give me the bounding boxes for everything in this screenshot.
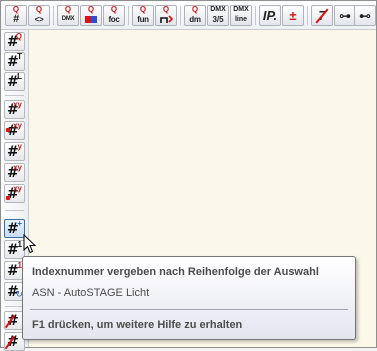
position-icon bbox=[160, 15, 173, 23]
dmx-label: DMX bbox=[210, 6, 226, 13]
index-t-button[interactable]: # T bbox=[4, 52, 25, 71]
function-label: fun bbox=[137, 15, 149, 24]
truss-button-b[interactable]: ⊷ bbox=[354, 5, 376, 26]
q-label: Q bbox=[35, 5, 43, 14]
dmx-q-button[interactable]: Q DMX bbox=[57, 5, 79, 26]
truss-button-a[interactable]: ⊶ bbox=[334, 5, 356, 26]
tooltip: Indexnummer vergeben nach Reihenfolge de… bbox=[22, 256, 356, 340]
app-window: Q # Q <> Q DMX Q Q foc Q fun Q Q dm DMX … bbox=[0, 0, 377, 351]
insert-point-button[interactable]: ± bbox=[282, 5, 304, 26]
dmx-label: DMX bbox=[61, 16, 75, 22]
toolbar-separator bbox=[180, 6, 181, 25]
compare-label: <> bbox=[34, 15, 44, 24]
dmx-35-button[interactable]: DMX 3/5 bbox=[207, 5, 229, 26]
focus-q-button[interactable]: Q foc bbox=[103, 5, 125, 26]
index-xy2-button[interactable]: # xy bbox=[4, 163, 25, 182]
dimmer-q-button[interactable]: Q dm bbox=[184, 5, 206, 26]
xy-superscript: xy bbox=[13, 184, 22, 193]
position-q-button[interactable]: Q bbox=[155, 5, 177, 26]
insert-point-icon: ± bbox=[289, 8, 297, 23]
index-y-button[interactable]: # y bbox=[4, 142, 25, 161]
tooltip-title: Indexnummer vergeben nach Reihenfolge de… bbox=[32, 266, 319, 278]
toolbar-separator bbox=[5, 210, 24, 211]
dimmer-label: dm bbox=[189, 15, 201, 24]
compare-q-button[interactable]: Q <> bbox=[28, 5, 50, 26]
toolbar-separator bbox=[307, 6, 308, 25]
tooltip-help-text: F1 drücken, um weitere Hilfe zu erhalten bbox=[32, 319, 243, 331]
function-q-button[interactable]: Q fun bbox=[132, 5, 154, 26]
q-label: Q bbox=[191, 5, 199, 14]
index-xy-dot2-button[interactable]: # xy bbox=[4, 184, 25, 203]
index-selection-order-button[interactable]: # + bbox=[4, 219, 25, 238]
xy-superscript: xy bbox=[13, 121, 22, 130]
strike-button[interactable]: 7 bbox=[311, 5, 333, 26]
t-superscript: T bbox=[17, 52, 22, 61]
tooltip-description: ASN - AutoSTAGE Licht bbox=[32, 287, 150, 299]
index-xy-button[interactable]: # xy bbox=[4, 100, 25, 119]
focus-label: foc bbox=[108, 15, 120, 24]
q-label: Q bbox=[87, 5, 95, 14]
dmx-line-button[interactable]: DMX line bbox=[230, 5, 252, 26]
toolbar-separator bbox=[5, 95, 24, 96]
truss-b-icon: ⊷ bbox=[359, 9, 371, 23]
color-swatch-icon bbox=[85, 16, 97, 23]
one-superscript: 1 bbox=[17, 240, 22, 249]
q-label: Q bbox=[139, 5, 147, 14]
tooltip-divider bbox=[30, 309, 348, 310]
q-label: Q bbox=[110, 5, 118, 14]
plus-superscript: + bbox=[17, 219, 22, 228]
toolbar-separator bbox=[53, 6, 54, 25]
color-q-button[interactable]: Q bbox=[80, 5, 102, 26]
toolbar-separator bbox=[128, 6, 129, 25]
ip-button[interactable]: IP. bbox=[259, 5, 281, 26]
mouse-pointer-icon bbox=[23, 234, 37, 254]
dmx-line-label: line bbox=[234, 16, 248, 23]
index-q-button[interactable]: # Q bbox=[4, 32, 25, 51]
red-dot-icon bbox=[6, 196, 10, 200]
index-xy-dot-button[interactable]: # xy bbox=[4, 121, 25, 140]
q-superscript: Q bbox=[15, 32, 22, 41]
ip-label: IP. bbox=[262, 8, 278, 23]
q-label: Q bbox=[64, 5, 72, 14]
index-l-button[interactable]: # L bbox=[4, 72, 25, 91]
truss-a-icon: ⊶ bbox=[339, 9, 351, 23]
xy-superscript: xy bbox=[13, 100, 22, 109]
hash-q-button[interactable]: Q # bbox=[5, 5, 27, 26]
top-toolbar: Q # Q <> Q DMX Q Q foc Q fun Q Q dm DMX … bbox=[1, 1, 376, 30]
xy-superscript: xy bbox=[13, 163, 22, 172]
toolbar-separator bbox=[255, 6, 256, 25]
dmx-label: DMX bbox=[233, 6, 249, 13]
hash-label: # bbox=[13, 13, 19, 25]
red-dot-icon bbox=[6, 128, 10, 132]
l-superscript: L bbox=[17, 72, 22, 81]
dmx-35-label: 3/5 bbox=[212, 15, 224, 24]
y-superscript: y bbox=[17, 142, 22, 151]
q-label: Q bbox=[162, 5, 170, 14]
